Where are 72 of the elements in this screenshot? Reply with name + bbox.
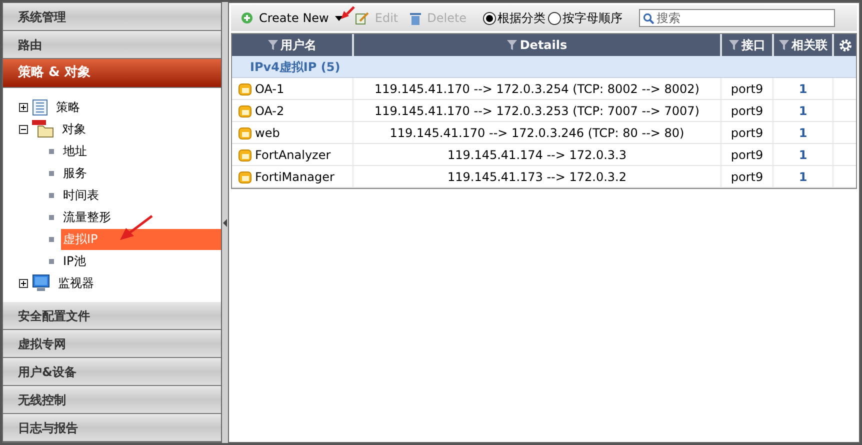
virtual-ip-icon: [238, 104, 252, 118]
collapse-icon[interactable]: [19, 124, 28, 134]
annotation-arrow-icon: [118, 214, 154, 242]
sidebar-section[interactable]: 虚拟专网: [3, 330, 221, 358]
table-cell: port9: [722, 100, 774, 121]
table-cell: 1: [774, 100, 834, 121]
filter-icon[interactable]: [778, 40, 788, 50]
table-cell: 1: [774, 78, 834, 99]
table-cell: FortiManager: [232, 166, 354, 187]
table-cell: OA-1: [232, 78, 354, 99]
table-cell: port9: [722, 166, 774, 187]
list-icon: [32, 98, 48, 116]
sidebar-section[interactable]: 策略 & 对象: [3, 59, 221, 88]
annotation-arrow-icon: [340, 6, 355, 20]
table-cell: 1: [774, 166, 834, 187]
table-cell: OA-2: [232, 100, 354, 121]
monitor-icon: [32, 274, 50, 292]
bullet-icon: [49, 214, 54, 220]
bullet-icon: [49, 258, 54, 264]
filter-icon[interactable]: [728, 40, 738, 50]
radio-label: 按字母顺序: [562, 10, 623, 27]
radio-label: 根据分类: [498, 10, 546, 27]
tree-item[interactable]: IP池: [61, 252, 88, 270]
sidebar-section[interactable]: 无线控制: [3, 386, 221, 414]
table-cell: 1: [774, 122, 834, 143]
filter-icon[interactable]: [268, 40, 278, 50]
settings-icon[interactable]: [838, 38, 852, 52]
table-cell: 1: [774, 144, 834, 165]
tree-item[interactable]: 策略: [52, 98, 84, 116]
table-cell: port9: [722, 144, 774, 165]
search-icon: [642, 13, 654, 24]
add-icon: [241, 12, 253, 24]
search-field[interactable]: 搜索: [638, 9, 835, 27]
virtual-ip-icon: [238, 126, 252, 140]
table-cell: port9: [722, 122, 774, 143]
expand-icon[interactable]: [19, 102, 28, 112]
tree-item[interactable]: 时间表: [61, 186, 101, 204]
create-new-button[interactable]: Create New: [241, 9, 343, 27]
radio-button[interactable]: [482, 12, 496, 24]
radio-button[interactable]: [548, 12, 561, 24]
sidebar-section[interactable]: 用户&设备: [3, 358, 221, 386]
pencil-icon: [354, 11, 369, 25]
table-cell: 119.145.41.170 --> 172.0.3.253 (TCP: 7007 --> 7007): [354, 100, 722, 121]
sidebar-section[interactable]: 日志与报告: [3, 414, 221, 442]
sidebar-section[interactable]: 安全配置文件: [3, 302, 221, 330]
group-title[interactable]: IPv4虚拟IP (5): [250, 58, 340, 76]
filter-icon[interactable]: [506, 40, 517, 50]
tree-item[interactable]: 服务: [61, 164, 89, 182]
tree-item[interactable]: 对象: [58, 120, 90, 138]
sidebar-section[interactable]: 路由: [3, 31, 221, 59]
table-cell: 119.145.41.170 --> 172.0.3.254 (TCP: 8002 --> 8002): [354, 78, 722, 99]
bullet-icon: [49, 170, 54, 176]
folder-icon: [32, 120, 54, 138]
expand-icon[interactable]: [19, 278, 28, 288]
bullet-icon: [49, 192, 54, 198]
virtual-ip-icon: [238, 82, 252, 96]
table-cell: 119.145.41.174 --> 172.0.3.3: [354, 144, 722, 165]
virtual-ip-icon: [238, 148, 252, 162]
table-cell: FortAnalyzer: [232, 144, 354, 165]
table-cell: web: [232, 122, 354, 143]
tree-item[interactable]: 监视器: [54, 274, 98, 292]
table-cell: 119.145.41.173 --> 172.0.3.2: [354, 166, 722, 187]
tree-item[interactable]: 流量整形: [61, 208, 113, 226]
table-cell: 119.145.41.170 --> 172.0.3.246 (TCP: 80 --> 80): [354, 122, 722, 143]
virtual-ip-icon: [238, 170, 252, 184]
bullet-icon: [49, 148, 54, 154]
table-cell: port9: [722, 78, 774, 99]
trash-icon: [410, 12, 422, 24]
tree-item[interactable]: 地址: [61, 142, 89, 160]
bullet-icon: [49, 236, 54, 242]
sidebar-section[interactable]: 系统管理: [3, 3, 221, 31]
caret-icon: [334, 16, 343, 20]
